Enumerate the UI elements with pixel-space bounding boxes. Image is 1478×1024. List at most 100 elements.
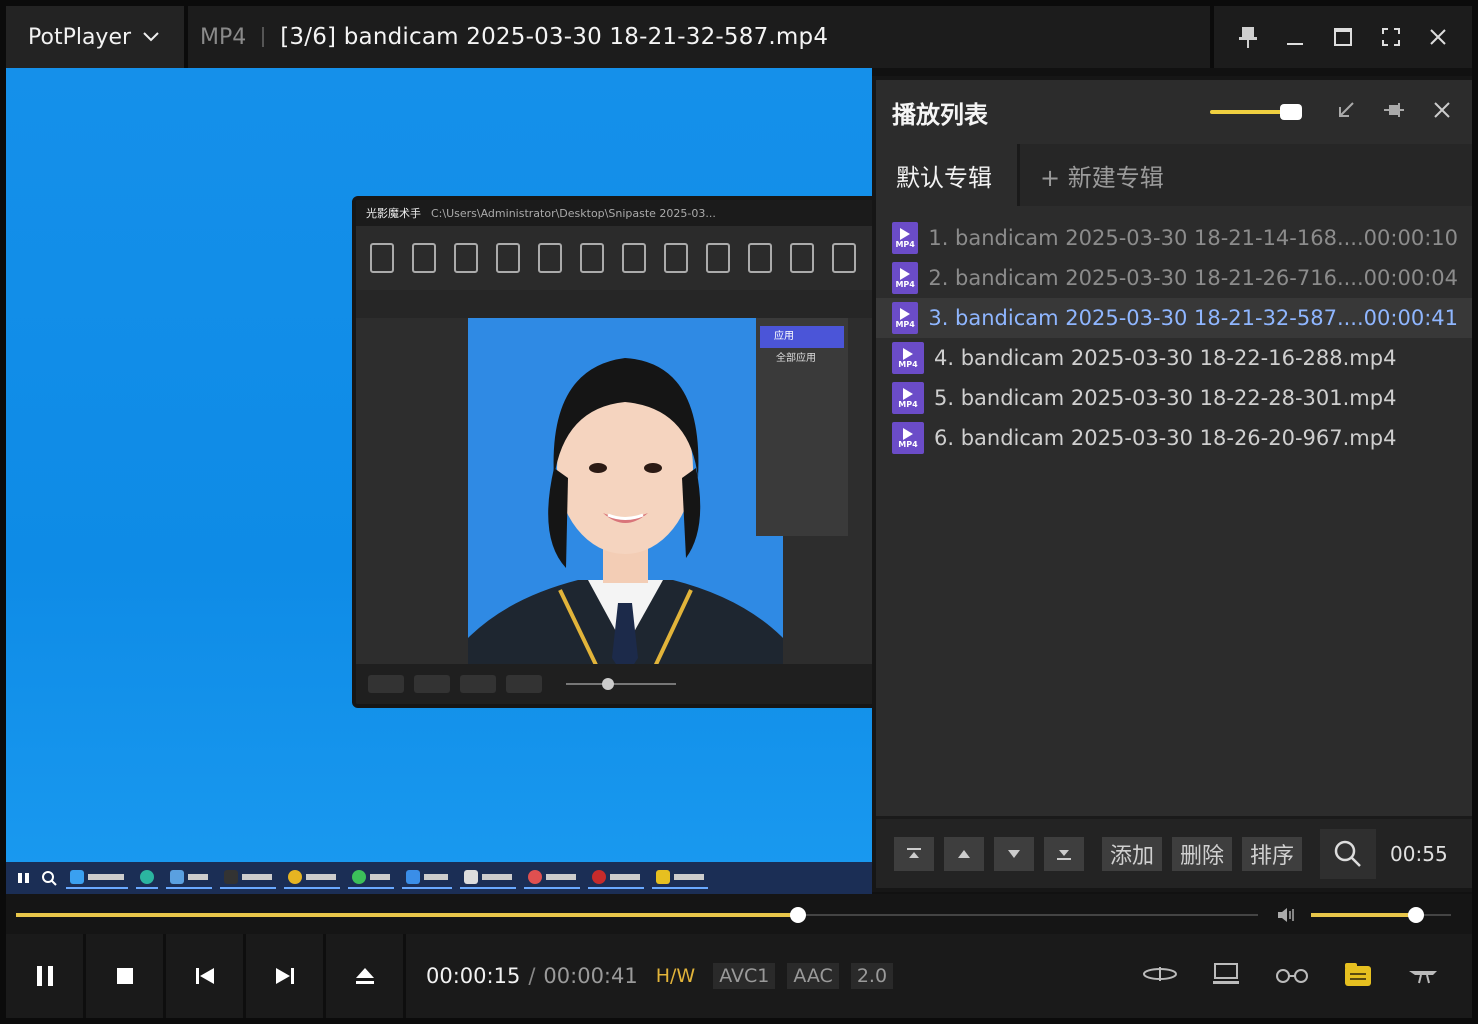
pin-icon — [1384, 103, 1404, 117]
chevron-down-icon — [143, 32, 159, 42]
screen-icon — [1213, 963, 1239, 984]
volume-knob[interactable] — [1408, 907, 1424, 923]
inner-app-title: 光影魔术手 — [366, 207, 421, 220]
inner-tool-icon — [832, 243, 856, 273]
tab-new-album[interactable]: + 新建专辑 — [1020, 144, 1472, 206]
playlist-toggle-button[interactable] — [1340, 956, 1376, 992]
inner-canvas: 应用 全部应用 — [356, 318, 872, 690]
playlist-item[interactable]: MP4 2. bandicam 2025-03-30 18-21-26-716..… — [876, 258, 1472, 298]
format-label: MP4 — [200, 24, 247, 50]
play-triangle-icon — [903, 427, 913, 440]
app-name: PotPlayer — [28, 24, 132, 50]
playlist-item[interactable]: MP4 1. bandicam 2025-03-30 18-21-14-168..… — [876, 218, 1472, 258]
add-button[interactable]: 添加 — [1102, 836, 1163, 871]
audio-codec-badge[interactable]: AAC — [787, 963, 839, 989]
subtitle-button[interactable] — [1208, 956, 1244, 992]
stop-button[interactable] — [86, 934, 166, 1018]
inner-footer-chip — [506, 675, 542, 693]
folder-icon — [1345, 963, 1371, 986]
playlist-items: MP4 1. bandicam 2025-03-30 18-21-14-168..… — [876, 218, 1472, 458]
gear-icon — [1409, 971, 1437, 984]
inner-tool-icon — [454, 243, 478, 273]
inner-tool-icon — [538, 243, 562, 273]
playlist-search-button[interactable] — [1320, 828, 1377, 879]
fullscreen-button[interactable] — [1376, 22, 1406, 52]
close-icon — [1430, 29, 1446, 45]
video-inner-app-window: 光影魔术手 C:\Users\Administrator\Desktop\Sni… — [352, 196, 872, 708]
sort-button[interactable]: 排序 — [1242, 836, 1303, 871]
menu-button[interactable] — [1406, 956, 1442, 992]
audio-channels-badge[interactable]: 2.0 — [850, 963, 894, 989]
playlist-pin-button[interactable] — [1382, 98, 1406, 122]
vr-360-button[interactable] — [1142, 956, 1178, 992]
total-time: 00:00:41 — [543, 964, 638, 988]
previous-button[interactable] — [166, 934, 246, 1018]
move-to-bottom-button[interactable] — [1044, 836, 1084, 871]
video-taskbar — [6, 862, 872, 894]
taskbar-item — [136, 867, 158, 889]
decoder-badge[interactable]: H/W — [650, 963, 701, 989]
mp4-file-icon: MP4 — [892, 342, 924, 374]
move-up-button[interactable] — [944, 836, 984, 871]
volume-fill — [1311, 913, 1416, 917]
seek-bar[interactable] — [16, 907, 1258, 923]
playlist-close-button[interactable] — [1430, 98, 1454, 122]
tab-default-album[interactable]: 默认专辑 — [876, 144, 1020, 206]
playlist-item-duration: 00:00:04 — [1363, 266, 1458, 290]
move-down-button[interactable] — [994, 836, 1034, 871]
minimize-button[interactable] — [1280, 22, 1310, 52]
move-to-top-button[interactable] — [894, 836, 934, 871]
close-button[interactable] — [1423, 22, 1453, 52]
playlist-tabs: 默认专辑 + 新建专辑 — [876, 144, 1472, 206]
volume-button[interactable] — [1276, 905, 1300, 929]
taskbar-item — [348, 867, 394, 889]
open-file-button[interactable] — [326, 934, 406, 1018]
pause-button[interactable] — [6, 934, 86, 1018]
inner-tool-icon — [412, 243, 436, 273]
seek-bar-knob[interactable] — [790, 907, 807, 923]
play-triangle-icon — [903, 347, 913, 360]
inner-footer-chip — [414, 675, 450, 693]
inner-footer-chip — [460, 675, 496, 693]
playlist-item[interactable]: MP4 3. bandicam 2025-03-30 18-21-32-587..… — [876, 298, 1472, 338]
search-icon — [1334, 840, 1361, 867]
seek-bar-area — [6, 894, 1472, 934]
delete-button[interactable]: 删除 — [1172, 836, 1233, 871]
inner-tool-icon — [370, 243, 394, 273]
inner-file-path: C:\Users\Administrator\Desktop\Snipaste … — [431, 206, 716, 220]
playlist-item-name: 3. bandicam 2025-03-30 18-21-32-587.... — [928, 306, 1364, 330]
inner-tool-icon — [580, 243, 604, 273]
playlist-item-name: 2. bandicam 2025-03-30 18-21-26-716.... — [928, 266, 1364, 290]
control-bar: 00:00:15 / 00:00:41 H/W AVC1 AAC 2.0 — [6, 934, 1472, 1018]
taskbar-item — [652, 867, 708, 889]
minimize-icon — [1287, 43, 1304, 45]
glasses-icon — [1276, 969, 1308, 983]
volume-slider[interactable] — [1311, 907, 1451, 923]
playlist-header: 播放列表 — [876, 80, 1472, 144]
seek-bar-fill — [16, 913, 799, 917]
playlist-panel: 播放列表 默认专辑 + 新建专辑 MP4 1. bandicam 2025-03-… — [872, 76, 1472, 892]
playlist-item[interactable]: MP4 6. bandicam 2025-03-30 18-26-20-967.m… — [876, 418, 1472, 458]
file-type-label: MP4 — [898, 399, 918, 409]
360-view-icon — [1143, 967, 1177, 981]
playlist-item-duration: 00:00:41 — [1363, 306, 1458, 330]
playlist-item[interactable]: MP4 5. bandicam 2025-03-30 18-22-28-301.m… — [876, 378, 1472, 418]
playlist-dock-button[interactable] — [1334, 98, 1358, 122]
video-settings-button[interactable] — [1274, 956, 1310, 992]
time-separator: / — [528, 964, 536, 988]
playlist-opacity-knob[interactable] — [1280, 104, 1302, 120]
playlist-item[interactable]: MP4 4. bandicam 2025-03-30 18-22-16-288.m… — [876, 338, 1472, 378]
playlist-item-duration: 00:00:10 — [1363, 226, 1458, 250]
video-area[interactable]: 光影魔术手 C:\Users\Administrator\Desktop\Sni… — [6, 68, 872, 894]
inner-tool-icon — [706, 243, 730, 273]
windows-start-icon — [18, 873, 29, 883]
pin-button[interactable] — [1233, 22, 1263, 52]
video-codec-badge[interactable]: AVC1 — [713, 963, 776, 989]
playlist-header-buttons — [1334, 98, 1454, 122]
next-button[interactable] — [246, 934, 326, 1018]
maximize-button[interactable] — [1328, 22, 1358, 52]
arrow-up-icon — [958, 849, 970, 858]
title-bar: PotPlayer MP4 [3/6] bandicam 2025-03-30 … — [6, 6, 1472, 68]
mp4-file-icon: MP4 — [892, 382, 924, 414]
app-menu-button[interactable]: PotPlayer — [6, 6, 184, 68]
